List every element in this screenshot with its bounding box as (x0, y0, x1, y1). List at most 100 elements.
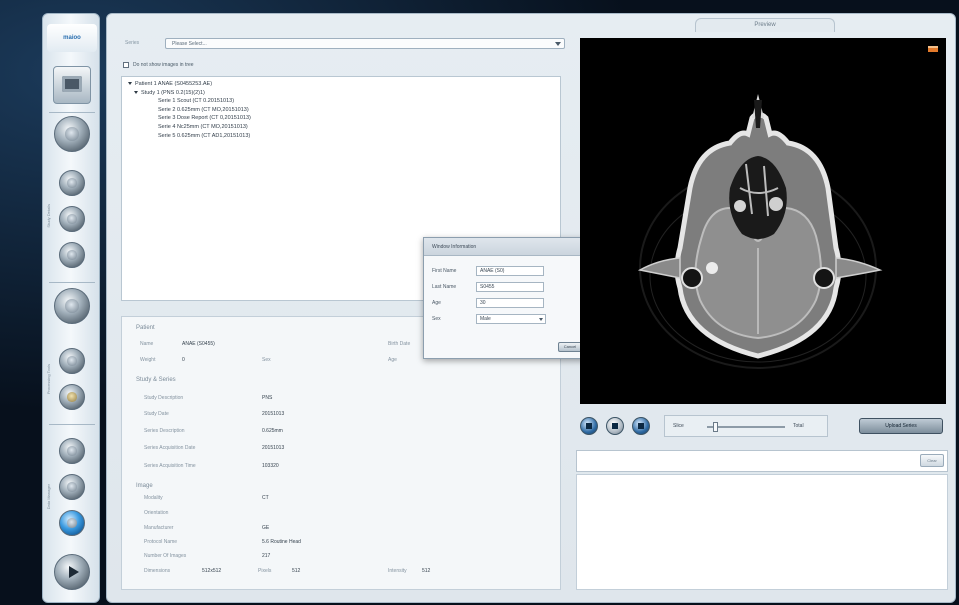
total-label: Total (793, 423, 804, 429)
ct-scan-image (637, 94, 883, 369)
study-date-key: Study Date (144, 411, 169, 417)
tree-node-series[interactable]: Serie 2 0.625mm (CT MO,20151013) (128, 106, 554, 115)
study-section-label: Study Details (46, 204, 51, 228)
study-tool-2-button[interactable] (59, 206, 85, 232)
modality-value: CT (262, 495, 269, 501)
expand-icon[interactable] (128, 82, 132, 86)
modality-key: Modality (144, 495, 163, 501)
first-name-field[interactable]: ANAE (S0) (476, 266, 544, 276)
acq-time-value: 103320 (262, 463, 279, 469)
processing-section-label: Processing Tools (46, 364, 51, 395)
pause-button[interactable] (606, 417, 624, 435)
toolbar-divider (49, 112, 95, 113)
orientation-marker-icon (928, 46, 938, 52)
acq-time-key: Series Acquisition Time (144, 463, 196, 469)
study-date-value: 20151013 (262, 411, 285, 417)
toolbar-divider (49, 282, 95, 283)
acq-date-value: 20151013 (262, 445, 285, 451)
tree-node-label: Study 1 (PNS 0.2(15)(2)1) (141, 89, 205, 96)
show-images-label: Do not show images in tree (133, 62, 194, 68)
left-toolbar: maioo Study Details Processing Tools Dat… (42, 13, 100, 603)
upload-series-button[interactable]: Upload Series (859, 418, 943, 434)
series-selector-row: Series Please Select... (125, 38, 565, 50)
show-images-option[interactable]: Do not show images in tree (123, 62, 194, 68)
manufacturer-value: GE (262, 525, 270, 531)
series-desc-key: Series Description (144, 428, 185, 434)
study-desc-value: PNS (262, 395, 273, 401)
study-tool-1-button[interactable] (59, 170, 85, 196)
pixels-value: 512 (292, 568, 301, 574)
data-tool-3-button[interactable] (59, 510, 85, 536)
tree-node-patient[interactable]: Patient 1 ANAE (S0455253.AE) (128, 80, 554, 89)
tree-node-series[interactable]: Serie 3 Dose Report (CT 0,20151013) (128, 114, 554, 123)
log-output-area (576, 474, 948, 590)
patient-name-value: ANAE (S0455) (182, 341, 215, 347)
patient-name-key: Name (140, 341, 154, 347)
image-section-title: Image (136, 483, 153, 489)
chevron-down-icon (555, 42, 561, 46)
patient-sex-key: Sex (262, 357, 271, 363)
patient-weight-key: Weight (140, 357, 156, 363)
globe-tool-button[interactable] (54, 288, 90, 324)
view-tool-button[interactable] (54, 116, 90, 152)
tree-node-study[interactable]: Study 1 (PNS 0.2(15)(2)1) (128, 89, 554, 98)
processing-tool-2-button[interactable] (59, 384, 85, 410)
protocol-key: Protocol Name (144, 539, 178, 545)
patient-birth-key: Birth Date (388, 341, 411, 347)
log-toolbar: Clear (576, 450, 948, 472)
series-select[interactable]: Please Select... (165, 38, 565, 49)
tree-node-label: Patient 1 ANAE (S0455253.AE) (135, 81, 213, 87)
intensity-key: Intensity (388, 568, 407, 574)
intensity-value: 512 (422, 568, 431, 574)
processing-tool-1-button[interactable] (59, 348, 85, 374)
data-section-label: Data Manager (46, 484, 51, 510)
cancel-button[interactable]: Cancel (558, 342, 582, 352)
patient-age-key: Age (388, 357, 397, 363)
play-button[interactable] (54, 554, 90, 590)
show-images-checkbox[interactable] (123, 62, 129, 68)
last-name-label: Last Name (432, 284, 457, 290)
tree-node-series[interactable]: Serie 1 Scout (CT 0.20151013) (128, 97, 554, 106)
last-name-field[interactable]: S0455 (476, 282, 544, 292)
num-images-key: Number Of Images (144, 553, 187, 559)
toolbar-divider (49, 424, 95, 425)
series-desc-value: 0.625mm (262, 428, 283, 434)
study-desc-key: Study Description (144, 395, 184, 401)
age-field[interactable]: 30 (476, 298, 544, 308)
tab-preview[interactable]: Preview (695, 18, 835, 32)
data-tool-1-button[interactable] (59, 438, 85, 464)
ct-image-viewer[interactable] (580, 38, 946, 404)
previous-slice-button[interactable] (580, 417, 598, 435)
slice-slider-box: Slice Total (664, 415, 828, 437)
dimensions-value: 512x512 (202, 568, 222, 574)
tree-node-series[interactable]: Serie 4 Nc25mm (CT MO,20151013) (128, 123, 554, 132)
sex-select[interactable]: Male (476, 314, 546, 324)
clear-button[interactable]: Clear (920, 454, 944, 467)
sex-label: Sex (432, 316, 441, 322)
patient-section-title: Patient (136, 325, 155, 331)
scanner-button[interactable] (53, 66, 91, 104)
sex-select-value: Male (480, 316, 491, 322)
slice-label: Slice (673, 423, 684, 429)
num-images-value: 217 (262, 553, 271, 559)
next-slice-button[interactable] (632, 417, 650, 435)
dimensions-key: Dimensions (144, 568, 171, 574)
expand-icon[interactable] (134, 90, 138, 94)
playback-controls: Slice Total (580, 414, 828, 438)
first-name-label: First Name (432, 268, 457, 274)
orientation-key: Orientation (144, 510, 169, 516)
chevron-down-icon (539, 318, 543, 321)
slice-slider-thumb[interactable] (712, 422, 718, 432)
acq-date-key: Series Acquisition Date (144, 445, 196, 451)
manufacturer-key: Manufacturer (144, 525, 174, 531)
main-panel: Series Please Select... Do not show imag… (106, 13, 956, 603)
series-label: Series (125, 40, 140, 46)
slice-slider-track[interactable] (707, 426, 785, 428)
pixels-key: Pixels (258, 568, 272, 574)
app-logo: maioo (47, 24, 97, 52)
patient-weight-value: 0 (182, 357, 185, 363)
tree-node-series[interactable]: Serie 5 0.625mm (CT AD1,20151013) (128, 132, 554, 141)
study-tool-3-button[interactable] (59, 242, 85, 268)
age-label: Age (432, 300, 441, 306)
data-tool-2-button[interactable] (59, 474, 85, 500)
